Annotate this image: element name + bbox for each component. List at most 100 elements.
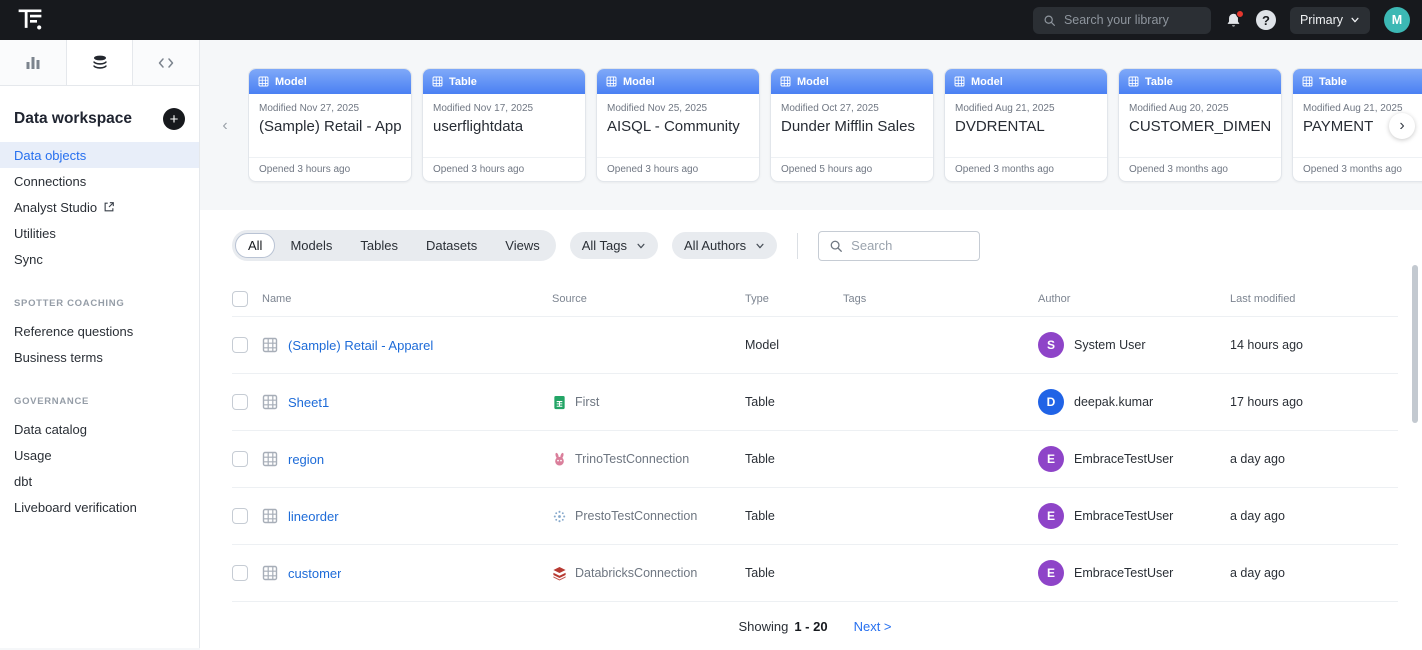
- sidebar-nav: Data objects Connections Analyst Studio …: [0, 142, 199, 520]
- tab-developer[interactable]: [133, 40, 199, 85]
- recent-card[interactable]: Table Modified Aug 20, 2025CUSTOMER_DIME…: [1118, 68, 1282, 182]
- sidebar-item-usage[interactable]: Usage: [0, 442, 199, 468]
- select-all-checkbox[interactable]: [232, 291, 248, 307]
- org-switcher[interactable]: Primary: [1290, 7, 1370, 34]
- filter-tab-models[interactable]: Models: [277, 233, 345, 258]
- sidebar-item-sync[interactable]: Sync: [0, 246, 199, 272]
- sidebar-item-data-catalog[interactable]: Data catalog: [0, 416, 199, 442]
- row-checkbox[interactable]: [232, 508, 248, 524]
- tags-dropdown[interactable]: All Tags: [570, 232, 658, 259]
- author-name: EmbraceTestUser: [1074, 509, 1173, 523]
- thoughtspot-logo-icon[interactable]: [16, 6, 44, 34]
- type-cell: Table: [745, 509, 843, 523]
- tab-data[interactable]: [67, 40, 134, 85]
- filter-tab-all[interactable]: All: [235, 233, 275, 258]
- topbar-actions: ? Primary M: [1033, 7, 1410, 34]
- objects-search[interactable]: [818, 231, 980, 261]
- author-avatar: E: [1038, 446, 1064, 472]
- recent-cards: Model Modified Nov 27, 2025(Sample) Reta…: [248, 68, 1422, 184]
- bar-chart-icon: [24, 54, 42, 72]
- notifications-button[interactable]: [1225, 12, 1242, 29]
- source-cell: PrestoTestConnection: [552, 509, 745, 524]
- author-cell: S System User: [1038, 332, 1230, 358]
- filter-tab-views[interactable]: Views: [492, 233, 552, 258]
- external-link-icon: [103, 201, 115, 213]
- card-modified: Modified Aug 21, 2025: [955, 103, 1097, 114]
- row-checkbox[interactable]: [232, 451, 248, 467]
- carousel-next-button[interactable]: ›: [1389, 113, 1415, 139]
- page-range: 1 - 20: [794, 619, 827, 634]
- trino-icon: [552, 452, 567, 467]
- table-row[interactable]: (Sample) Retail - Apparel Model S System…: [232, 317, 1398, 374]
- sidebar-item-utilities[interactable]: Utilities: [0, 220, 199, 246]
- help-button[interactable]: ?: [1256, 10, 1276, 30]
- last-modified-cell: a day ago: [1230, 452, 1398, 466]
- author-avatar: S: [1038, 332, 1064, 358]
- author-cell: D deepak.kumar: [1038, 389, 1230, 415]
- grid-icon: [1302, 76, 1313, 87]
- sidebar-item-dbt[interactable]: dbt: [0, 468, 199, 494]
- next-page-link[interactable]: Next >: [854, 619, 892, 634]
- card-opened: Opened 3 hours ago: [423, 157, 585, 181]
- author-avatar: E: [1038, 560, 1064, 586]
- card-opened: Opened 3 months ago: [1293, 157, 1422, 181]
- recent-card[interactable]: Model Modified Aug 21, 2025DVDRENTAL Ope…: [944, 68, 1108, 182]
- add-button[interactable]: +: [163, 108, 185, 130]
- source-cell: First: [552, 395, 745, 410]
- card-opened: Opened 3 months ago: [1119, 157, 1281, 181]
- scrollbar[interactable]: [1412, 265, 1418, 423]
- card-title: userflightdata: [433, 118, 575, 135]
- object-name-link[interactable]: customer: [288, 566, 341, 581]
- showing-label: Showing: [738, 619, 788, 634]
- divider: [797, 233, 798, 259]
- recent-card[interactable]: Model Modified Nov 27, 2025(Sample) Reta…: [248, 68, 412, 182]
- tab-insights[interactable]: [0, 40, 67, 85]
- grid-icon: [262, 337, 278, 353]
- library-search[interactable]: [1033, 7, 1211, 34]
- row-checkbox[interactable]: [232, 394, 248, 410]
- carousel-prev-button[interactable]: ‹: [212, 113, 238, 139]
- table-row[interactable]: lineorder PrestoTestConnection Table E E…: [232, 488, 1398, 545]
- grid-icon: [262, 394, 278, 410]
- sidebar-item-analyst-studio[interactable]: Analyst Studio: [0, 194, 199, 220]
- sidebar-item-data-objects[interactable]: Data objects: [0, 142, 199, 168]
- sidebar-item-reference-questions[interactable]: Reference questions: [0, 318, 199, 344]
- authors-dropdown[interactable]: All Authors: [672, 232, 777, 259]
- top-bar: ? Primary M: [0, 0, 1422, 40]
- card-opened: Opened 5 hours ago: [771, 157, 933, 181]
- sidebar-item-business-terms[interactable]: Business terms: [0, 344, 199, 370]
- type-cell: Table: [745, 452, 843, 466]
- chevron-down-icon: [1350, 15, 1360, 25]
- recent-card[interactable]: Table Modified Nov 17, 2025userflightdat…: [422, 68, 586, 182]
- library-search-input[interactable]: [1064, 13, 1201, 27]
- grid-icon: [606, 76, 617, 87]
- object-name-link[interactable]: region: [288, 452, 324, 467]
- recent-card[interactable]: Model Modified Oct 27, 2025Dunder Miffli…: [770, 68, 934, 182]
- object-name-link[interactable]: Sheet1: [288, 395, 329, 410]
- card-modified: Modified Nov 25, 2025: [607, 103, 749, 114]
- table-row[interactable]: region TrinoTestConnection Table E Embra…: [232, 431, 1398, 488]
- object-name-link[interactable]: lineorder: [288, 509, 339, 524]
- table-row[interactable]: Sheet1 First Table D deepak.kumar 17 hou…: [232, 374, 1398, 431]
- table-row[interactable]: customer DatabricksConnection Table E Em…: [232, 545, 1398, 602]
- sidebar-item-connections[interactable]: Connections: [0, 168, 199, 194]
- notification-badge: [1236, 10, 1244, 18]
- column-header-source: Source: [552, 293, 745, 305]
- org-label: Primary: [1300, 13, 1343, 27]
- google-sheets-icon: [552, 395, 567, 410]
- card-title: (Sample) Retail - Apparel: [259, 118, 401, 135]
- search-icon: [829, 239, 843, 253]
- object-name-link[interactable]: (Sample) Retail - Apparel: [288, 338, 433, 353]
- grid-icon: [1128, 76, 1139, 87]
- sidebar-item-liveboard-verification[interactable]: Liveboard verification: [0, 494, 199, 520]
- row-checkbox[interactable]: [232, 337, 248, 353]
- row-checkbox[interactable]: [232, 565, 248, 581]
- filter-tab-tables[interactable]: Tables: [347, 233, 411, 258]
- filter-tab-datasets[interactable]: Datasets: [413, 233, 490, 258]
- objects-search-input[interactable]: [851, 238, 969, 253]
- user-avatar[interactable]: M: [1384, 7, 1410, 33]
- recent-card[interactable]: Model Modified Nov 25, 2025AISQL - Commu…: [596, 68, 760, 182]
- source-name: PrestoTestConnection: [575, 509, 697, 523]
- author-avatar: E: [1038, 503, 1064, 529]
- card-opened: Opened 3 hours ago: [597, 157, 759, 181]
